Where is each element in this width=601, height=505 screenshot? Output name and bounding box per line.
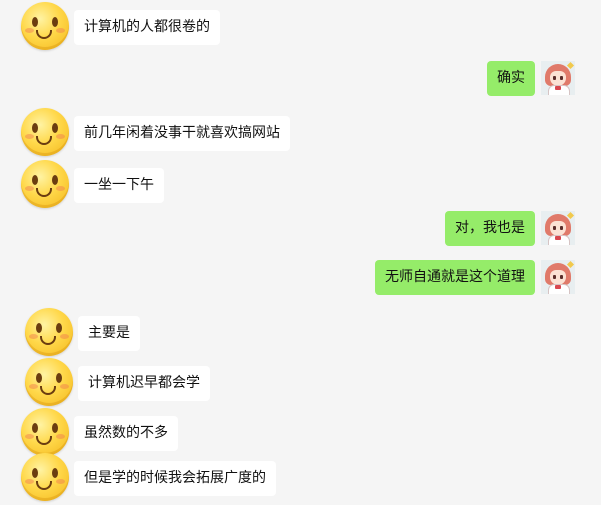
message-bubble[interactable]: 但是学的时候我会拓展广度的 [74,461,276,496]
message-bubble[interactable]: 无师自通就是这个道理 [375,260,535,295]
message-row-incoming: 一坐一下午 [18,158,164,212]
smile-emoji-avatar[interactable] [18,0,72,54]
anime-girl-avatar[interactable] [541,211,575,245]
message-bubble[interactable]: 确实 [487,61,535,96]
message-bubble[interactable]: 一坐一下午 [74,168,164,203]
smile-emoji-avatar[interactable] [18,106,72,160]
message-row-outgoing: 确实 [487,61,575,96]
message-bubble[interactable]: 计算机迟早都会学 [78,366,210,401]
message-row-incoming: 主要是 [22,306,140,360]
message-row-outgoing: 对，我也是 [445,211,575,246]
message-bubble[interactable]: 前几年闲着没事干就喜欢搞网站 [74,116,290,151]
anime-girl-avatar[interactable] [541,260,575,294]
anime-girl-avatar[interactable] [541,61,575,95]
message-row-incoming: 前几年闲着没事干就喜欢搞网站 [18,106,290,160]
smile-emoji-avatar[interactable] [22,356,76,410]
message-bubble[interactable]: 虽然数的不多 [74,416,178,451]
smile-emoji-avatar[interactable] [22,306,76,360]
message-row-incoming: 计算机迟早都会学 [22,356,210,410]
message-row-incoming: 但是学的时候我会拓展广度的 [18,451,276,505]
message-bubble[interactable]: 对，我也是 [445,211,535,246]
smile-emoji-avatar[interactable] [18,158,72,212]
chat-area: 计算机的人都很卷的 确实 前几年闲着没事干就喜欢搞网站 一坐一下午 对，我也是 [0,0,601,505]
message-row-outgoing: 无师自通就是这个道理 [375,260,575,295]
smile-emoji-avatar[interactable] [18,451,72,505]
message-bubble[interactable]: 主要是 [78,316,140,351]
message-bubble[interactable]: 计算机的人都很卷的 [74,10,220,45]
message-row-incoming: 计算机的人都很卷的 [18,0,220,54]
